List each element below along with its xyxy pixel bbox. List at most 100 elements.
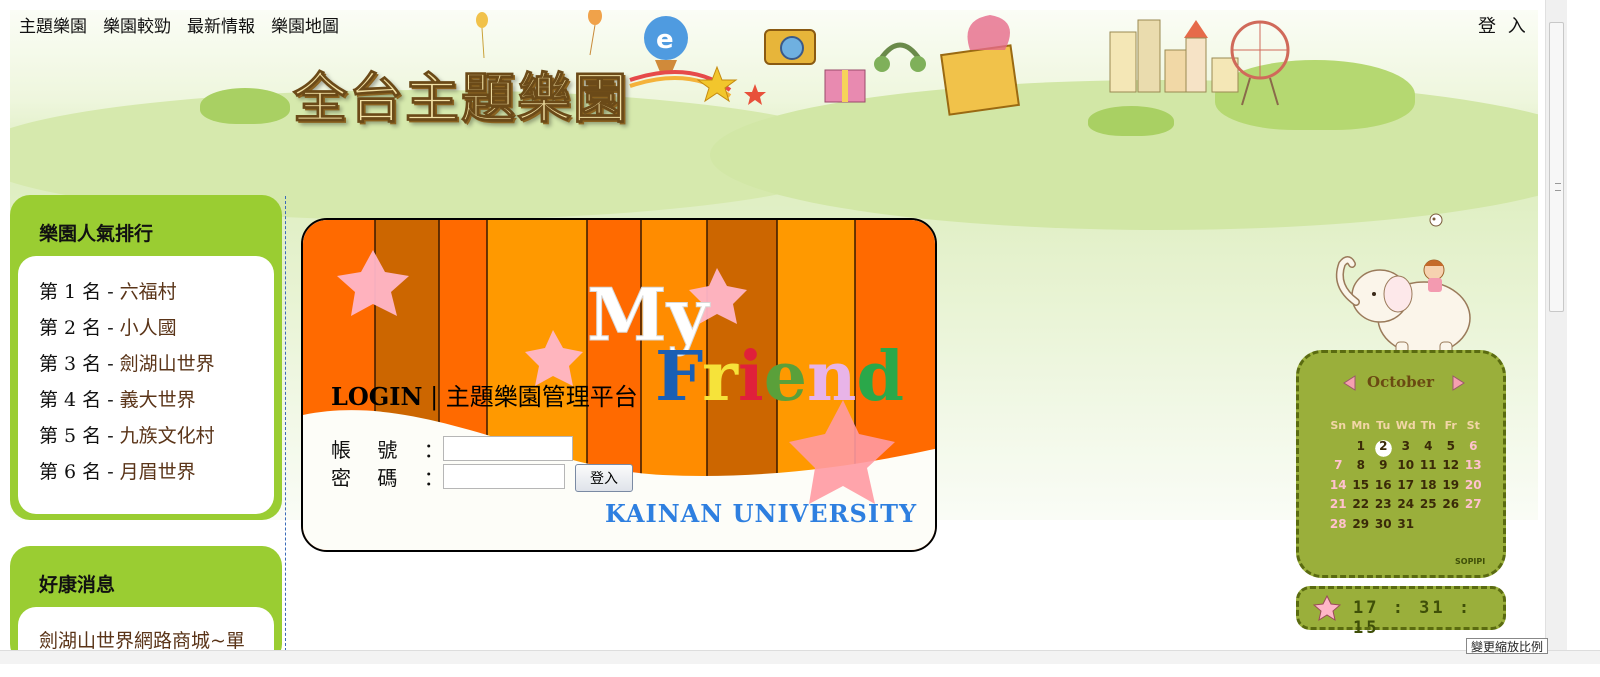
rank-number: 第 6 名 - — [39, 461, 120, 483]
calendar-day[interactable]: 18 — [1417, 478, 1440, 498]
login-heading-text: | 主題樂園管理平台 — [422, 383, 638, 411]
calendar-day[interactable]: 28 — [1327, 517, 1350, 537]
calendar-day[interactable]: 25 — [1417, 497, 1440, 517]
calendar-day[interactable]: 1 — [1350, 439, 1373, 459]
calendar-day[interactable]: 8 — [1350, 458, 1373, 478]
calendar-day[interactable]: 26 — [1440, 497, 1463, 517]
rank-number: 第 5 名 - — [39, 425, 120, 447]
park-link[interactable]: 劍湖山世界 — [120, 353, 215, 375]
park-link[interactable]: 九族文化村 — [120, 425, 215, 447]
deals-panel: 好康消息 劍湖山世界網路商城~單 — [10, 546, 282, 677]
calendar-weekday: Th — [1420, 419, 1436, 432]
calendar-day[interactable]: 29 — [1350, 517, 1373, 537]
sidebar-divider — [285, 196, 286, 651]
ranking-item: 第 6 名 - 月眉世界 — [39, 454, 274, 490]
password-input[interactable] — [443, 464, 565, 489]
next-month-icon[interactable] — [1451, 375, 1465, 391]
scrollbar-thumb[interactable] — [1549, 22, 1564, 312]
calendar-day[interactable]: 17 — [1395, 478, 1418, 498]
login-submit-button[interactable]: 登入 — [575, 464, 633, 492]
password-row: 密 碼 ： — [331, 462, 565, 491]
ranking-title: 樂園人氣排行 — [39, 223, 154, 245]
login-card: My Friend LOGIN | 主題樂園管理平台 帳 號 ： 密 碼 ： 登… — [301, 218, 937, 552]
calendar-weekday: Wd — [1395, 419, 1416, 432]
calendar-day[interactable]: 30 — [1372, 517, 1395, 537]
login-link[interactable]: 登 入 — [1478, 12, 1529, 38]
top-nav: 主題樂園 樂園較勁 最新情報 樂園地圖 — [19, 12, 339, 37]
calendar-day[interactable]: 31 — [1395, 517, 1418, 537]
svg-text:e: e — [656, 25, 674, 55]
deals-title: 好康消息 — [39, 574, 116, 596]
calendar-empty-cell — [1327, 439, 1350, 459]
nav-link-compare[interactable]: 樂園較勁 — [103, 12, 171, 37]
calendar-weekday: Tu — [1376, 419, 1391, 432]
zoom-button[interactable]: 變更縮放比例 — [1466, 638, 1549, 654]
calendar-day[interactable]: 27 — [1462, 497, 1485, 517]
calendar-day[interactable]: 20 — [1462, 478, 1485, 498]
calendar-day[interactable]: 10 — [1395, 458, 1418, 478]
account-label: 帳 號 ： — [331, 438, 454, 462]
clock-widget: 17 : 31 : 15 — [1296, 586, 1506, 638]
calendar-day[interactable]: 5 — [1440, 439, 1463, 459]
calendar-today[interactable]: 2 — [1372, 438, 1395, 458]
park-link[interactable]: 月眉世界 — [120, 461, 196, 483]
rank-number: 第 1 名 - — [39, 281, 120, 303]
calendar-day[interactable]: 15 — [1350, 478, 1373, 498]
park-link[interactable]: 義大世界 — [120, 389, 196, 411]
rank-number: 第 2 名 - — [39, 317, 120, 339]
status-bar — [0, 650, 1600, 664]
calendar-day[interactable]: 14 — [1327, 478, 1350, 498]
nav-link-parks[interactable]: 主題樂園 — [19, 12, 87, 37]
calendar-brand: SOPIPI — [1455, 557, 1486, 566]
account-input[interactable] — [443, 436, 573, 461]
calendar-month: October — [1367, 373, 1435, 391]
calendar-day[interactable]: 12 — [1440, 458, 1463, 478]
login-heading-bold: LOGIN — [331, 382, 423, 411]
nav-link-news[interactable]: 最新情報 — [187, 12, 255, 37]
password-label: 密 碼 ： — [331, 466, 454, 490]
site-title: 全台主題樂園 — [293, 66, 629, 131]
calendar-day[interactable]: 19 — [1440, 478, 1463, 498]
rank-number: 第 3 名 - — [39, 353, 120, 375]
elephant-illustration — [1335, 213, 1471, 359]
calendar-day[interactable]: 4 — [1417, 439, 1440, 459]
park-link[interactable]: 小人國 — [120, 317, 177, 339]
calendar-day[interactable]: 24 — [1395, 497, 1418, 517]
calendar-day[interactable]: 3 — [1395, 439, 1418, 459]
calendar-day[interactable]: 13 — [1462, 458, 1485, 478]
calendar-weekday: Sn — [1330, 419, 1347, 432]
scrollbar-grip-icon — [1555, 183, 1561, 191]
ranking-item: 第 1 名 - 六福村 — [39, 274, 274, 310]
ranking-item: 第 5 名 - 九族文化村 — [39, 418, 274, 454]
ranking-item: 第 2 名 - 小人國 — [39, 310, 274, 346]
calendar-day[interactable]: 21 — [1327, 497, 1350, 517]
vertical-scrollbar[interactable] — [1545, 0, 1567, 650]
my-friend-logo-friend: Friend — [655, 337, 904, 417]
banner-bush — [200, 88, 290, 124]
flower-icon — [1313, 595, 1341, 622]
calendar-widget: October Sn Mn Tu Wd Th Fr St 1 2 3 4 5 6 7 8 9 10 11 12 13 1… — [1296, 350, 1506, 578]
calendar-weekday: St — [1466, 419, 1480, 432]
calendar-weekday: Fr — [1444, 419, 1457, 432]
ranking-list: 第 1 名 - 六福村 第 2 名 - 小人國 第 3 名 - 劍湖山世界 第 … — [18, 256, 274, 514]
calendar-day[interactable]: 23 — [1372, 497, 1395, 517]
calendar-day[interactable]: 22 — [1350, 497, 1373, 517]
ranking-item: 第 3 名 - 劍湖山世界 — [39, 346, 274, 382]
ranking-panel: 樂園人氣排行 第 1 名 - 六福村 第 2 名 - 小人國 第 3 名 - 劍… — [10, 195, 282, 520]
park-link[interactable]: 六福村 — [120, 281, 177, 303]
prev-month-icon[interactable] — [1343, 375, 1357, 391]
rank-number: 第 4 名 - — [39, 389, 120, 411]
calendar-day[interactable]: 9 — [1372, 458, 1395, 478]
university-name: KAINAN UNIVERSITY — [605, 499, 918, 528]
calendar-day[interactable]: 11 — [1417, 458, 1440, 478]
calendar-day[interactable]: 6 — [1462, 439, 1485, 459]
clock-time: 17 : 31 : 15 — [1353, 598, 1473, 638]
nav-link-map[interactable]: 樂園地圖 — [271, 12, 339, 37]
calendar-day[interactable]: 7 — [1327, 458, 1350, 478]
calendar-grid: Sn Mn Tu Wd Th Fr St 1 2 3 4 5 6 7 8 9 10 11 12 13 14 15 16 17 1… — [1327, 419, 1485, 536]
deal-link[interactable]: 劍湖山世界網路商城~單 — [39, 630, 245, 652]
deals-list: 劍湖山世界網路商城~單 — [18, 607, 274, 677]
account-row: 帳 號 ： — [331, 434, 573, 463]
calendar-day[interactable]: 16 — [1372, 478, 1395, 498]
calendar-weekday: Mn — [1351, 419, 1371, 432]
